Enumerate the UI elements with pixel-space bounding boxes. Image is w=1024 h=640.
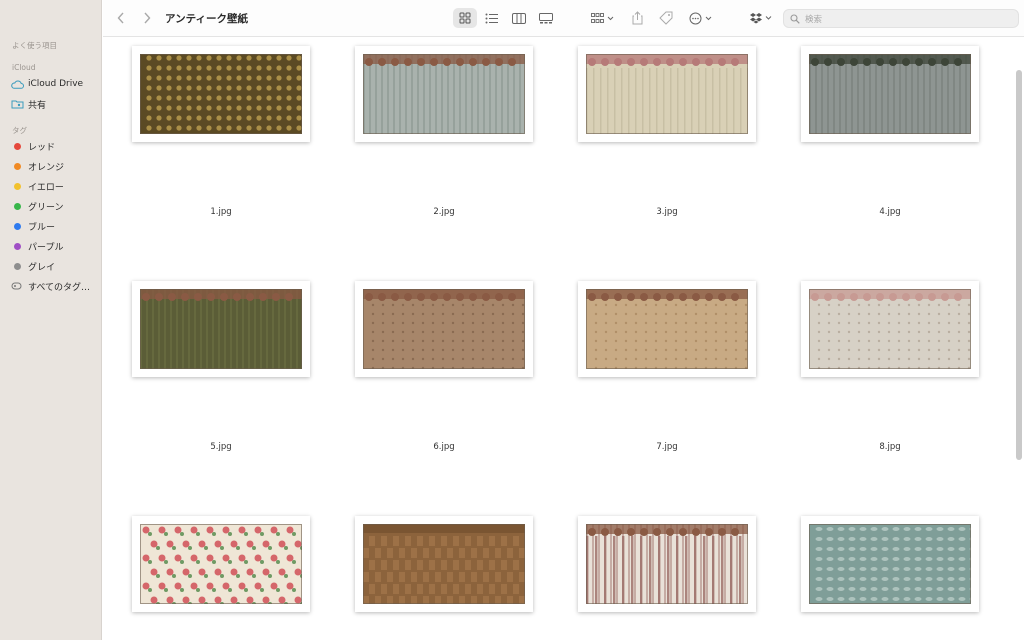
wallpaper-image (363, 289, 525, 369)
tag-label: すべてのタグ… (28, 282, 91, 293)
tag-icon (659, 11, 673, 25)
cloud-icon (10, 79, 24, 89)
share-icon (632, 11, 642, 25)
file-name: 4.jpg (879, 207, 901, 217)
icloud-header: iCloud (12, 63, 36, 72)
wallpaper-image (363, 54, 525, 134)
file-thumbnail[interactable] (801, 281, 979, 377)
tags-header: タグ (12, 126, 27, 135)
search-icon (790, 13, 800, 24)
group-by-button[interactable] (588, 8, 618, 28)
back-button[interactable] (113, 8, 129, 28)
sidebar-item-shared[interactable]: 共有 (10, 95, 98, 113)
file-thumbnail[interactable] (132, 516, 310, 612)
file-name: 8.jpg (879, 442, 901, 452)
wallpaper-image (140, 289, 302, 369)
share-button[interactable] (627, 8, 647, 28)
file-grid: 1.jpg 2.jpg 3.jpg 4.jpg 5.jpg 6.jpg 7.jpg 8.jpg (103, 37, 1024, 640)
wallpaper-image (363, 524, 525, 604)
file-name: 5.jpg (210, 442, 232, 452)
gallery-view-icon (539, 12, 553, 23)
wallpaper-image (140, 524, 302, 604)
search-placeholder: 検索 (805, 14, 823, 25)
search-field[interactable]: 検索 (783, 9, 1019, 28)
tag-dot-icon (13, 202, 21, 210)
tag-orange[interactable]: オレンジ (10, 157, 98, 175)
gallery-view-button[interactable] (534, 8, 558, 28)
tag-red[interactable]: レッド (10, 137, 98, 155)
more-actions-button[interactable] (687, 8, 717, 28)
dropbox-button[interactable] (748, 8, 776, 28)
file-name: 7.jpg (656, 442, 678, 452)
finder-window: よく使う項目 iCloud iCloud Drive 共有 タグ レッド オレン… (0, 0, 1024, 640)
file-thumbnail[interactable] (355, 46, 533, 142)
file-thumbnail[interactable] (578, 281, 756, 377)
tag-label: パープル (28, 242, 64, 253)
tag-gray[interactable]: グレイ (10, 257, 98, 275)
toolbar: アンティーク壁紙 検索 (103, 0, 1024, 37)
vertical-scrollbar[interactable] (1016, 70, 1022, 460)
file-name: 3.jpg (656, 207, 678, 217)
tag-blue[interactable]: ブルー (10, 217, 98, 235)
file-name: 2.jpg (433, 207, 455, 217)
grid-view-icon (459, 12, 471, 24)
forward-button[interactable] (139, 8, 155, 28)
wallpaper-image (140, 54, 302, 134)
column-view-button[interactable] (507, 8, 531, 28)
tag-dot-icon (13, 262, 21, 270)
file-thumbnail[interactable] (132, 281, 310, 377)
column-view-icon (512, 12, 526, 24)
tag-label: グリーン (28, 202, 64, 213)
sidebar-item-icloud-drive[interactable]: iCloud Drive (10, 75, 98, 93)
tag-label: オレンジ (28, 162, 65, 173)
ellipsis-circle-icon (689, 12, 712, 24)
tag-button[interactable] (656, 8, 676, 28)
tag-dot-icon (13, 242, 21, 250)
wallpaper-image (809, 289, 971, 369)
tag-dot-icon (13, 162, 21, 170)
file-thumbnail[interactable] (132, 46, 310, 142)
chevron-left-icon (117, 12, 124, 24)
wallpaper-image (809, 524, 971, 604)
tag-label: イエロー (28, 182, 64, 193)
file-thumbnail[interactable] (578, 46, 756, 142)
all-tags-item[interactable]: すべてのタグ… (10, 277, 98, 295)
shared-folder-icon (10, 99, 24, 109)
tag-dot-icon (13, 142, 21, 150)
tag-green[interactable]: グリーン (10, 197, 98, 215)
dropbox-icon (750, 13, 772, 24)
wallpaper-image (586, 289, 748, 369)
sidebar: よく使う項目 iCloud iCloud Drive 共有 タグ レッド オレン… (0, 0, 102, 640)
group-grid-icon (591, 12, 614, 23)
file-thumbnail[interactable] (355, 281, 533, 377)
window-title: アンティーク壁紙 (165, 13, 248, 25)
wallpaper-image (586, 524, 748, 604)
tags-icon (10, 281, 24, 291)
chevron-right-icon (144, 12, 151, 24)
tag-label: レッド (28, 142, 56, 153)
tag-dot-icon (13, 222, 21, 230)
file-thumbnail[interactable] (801, 516, 979, 612)
wallpaper-image (809, 54, 971, 134)
tag-label: グレイ (28, 262, 56, 273)
sidebar-item-label: iCloud Drive (28, 79, 84, 89)
file-name: 6.jpg (433, 442, 455, 452)
favorites-header: よく使う項目 (12, 41, 57, 50)
tag-dot-icon (13, 182, 21, 190)
list-view-icon (485, 13, 498, 23)
sidebar-item-label: 共有 (28, 100, 47, 111)
tag-label: ブルー (28, 222, 56, 233)
icon-view-button[interactable] (453, 8, 477, 28)
file-thumbnail[interactable] (355, 516, 533, 612)
list-view-button[interactable] (480, 8, 504, 28)
wallpaper-image (586, 54, 748, 134)
tag-purple[interactable]: パープル (10, 237, 98, 255)
file-thumbnail[interactable] (801, 46, 979, 142)
file-name: 1.jpg (210, 207, 232, 217)
tag-yellow[interactable]: イエロー (10, 177, 98, 195)
file-thumbnail[interactable] (578, 516, 756, 612)
